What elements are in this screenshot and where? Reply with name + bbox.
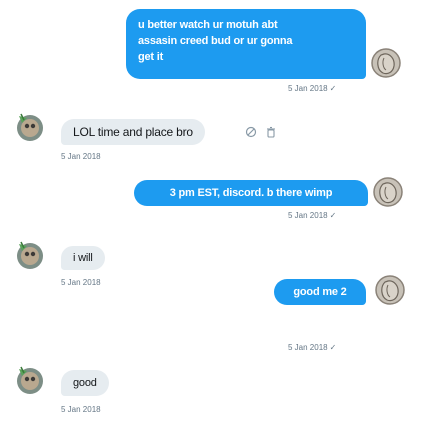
received-message-bubble[interactable]: good xyxy=(61,370,109,396)
message-meta: 5 Jan 2018 ✓ xyxy=(288,343,336,352)
my-avatar[interactable] xyxy=(371,48,401,78)
sent-message-bubble[interactable]: good me 2 xyxy=(274,279,366,305)
avatar-image xyxy=(17,241,43,269)
my-avatar[interactable] xyxy=(373,177,403,207)
contact-avatar[interactable] xyxy=(15,365,45,395)
sent-message-bubble[interactable]: u better watch ur motuh abt assasin cree… xyxy=(126,9,366,79)
avatar-image xyxy=(373,177,403,207)
message-date: 5 Jan 2018 xyxy=(61,152,101,161)
message-actions xyxy=(245,126,277,138)
received-message-bubble[interactable]: i will xyxy=(61,246,105,270)
contact-avatar[interactable] xyxy=(15,240,45,270)
message-date: 5 Jan 2018 xyxy=(61,405,101,414)
message-date: 5 Jan 2018 xyxy=(288,84,328,93)
received-message-bubble[interactable]: LOL time and place bro xyxy=(61,119,205,145)
message-date: 5 Jan 2018 xyxy=(288,211,328,220)
sent-check-icon: ✓ xyxy=(329,84,337,93)
contact-avatar[interactable] xyxy=(15,112,45,142)
avatar-image xyxy=(371,48,401,78)
no-entry-icon[interactable] xyxy=(245,126,257,138)
sent-check-icon: ✓ xyxy=(329,211,337,220)
avatar-image xyxy=(375,275,405,305)
avatar-image xyxy=(17,113,43,141)
sent-message-bubble[interactable]: 3 pm EST, discord. b there wimp xyxy=(134,180,368,206)
dm-conversation-thread: u better watch ur motuh abt assasin cree… xyxy=(0,0,422,423)
message-date: 5 Jan 2018 xyxy=(61,278,101,287)
avatar-image xyxy=(17,366,43,394)
message-meta: 5 Jan 2018 ✓ xyxy=(288,84,336,93)
my-avatar[interactable] xyxy=(375,275,405,305)
message-date: 5 Jan 2018 xyxy=(288,343,328,352)
message-meta: 5 Jan 2018 ✓ xyxy=(288,211,336,220)
sent-check-icon: ✓ xyxy=(329,343,337,352)
trash-icon[interactable] xyxy=(265,126,277,138)
